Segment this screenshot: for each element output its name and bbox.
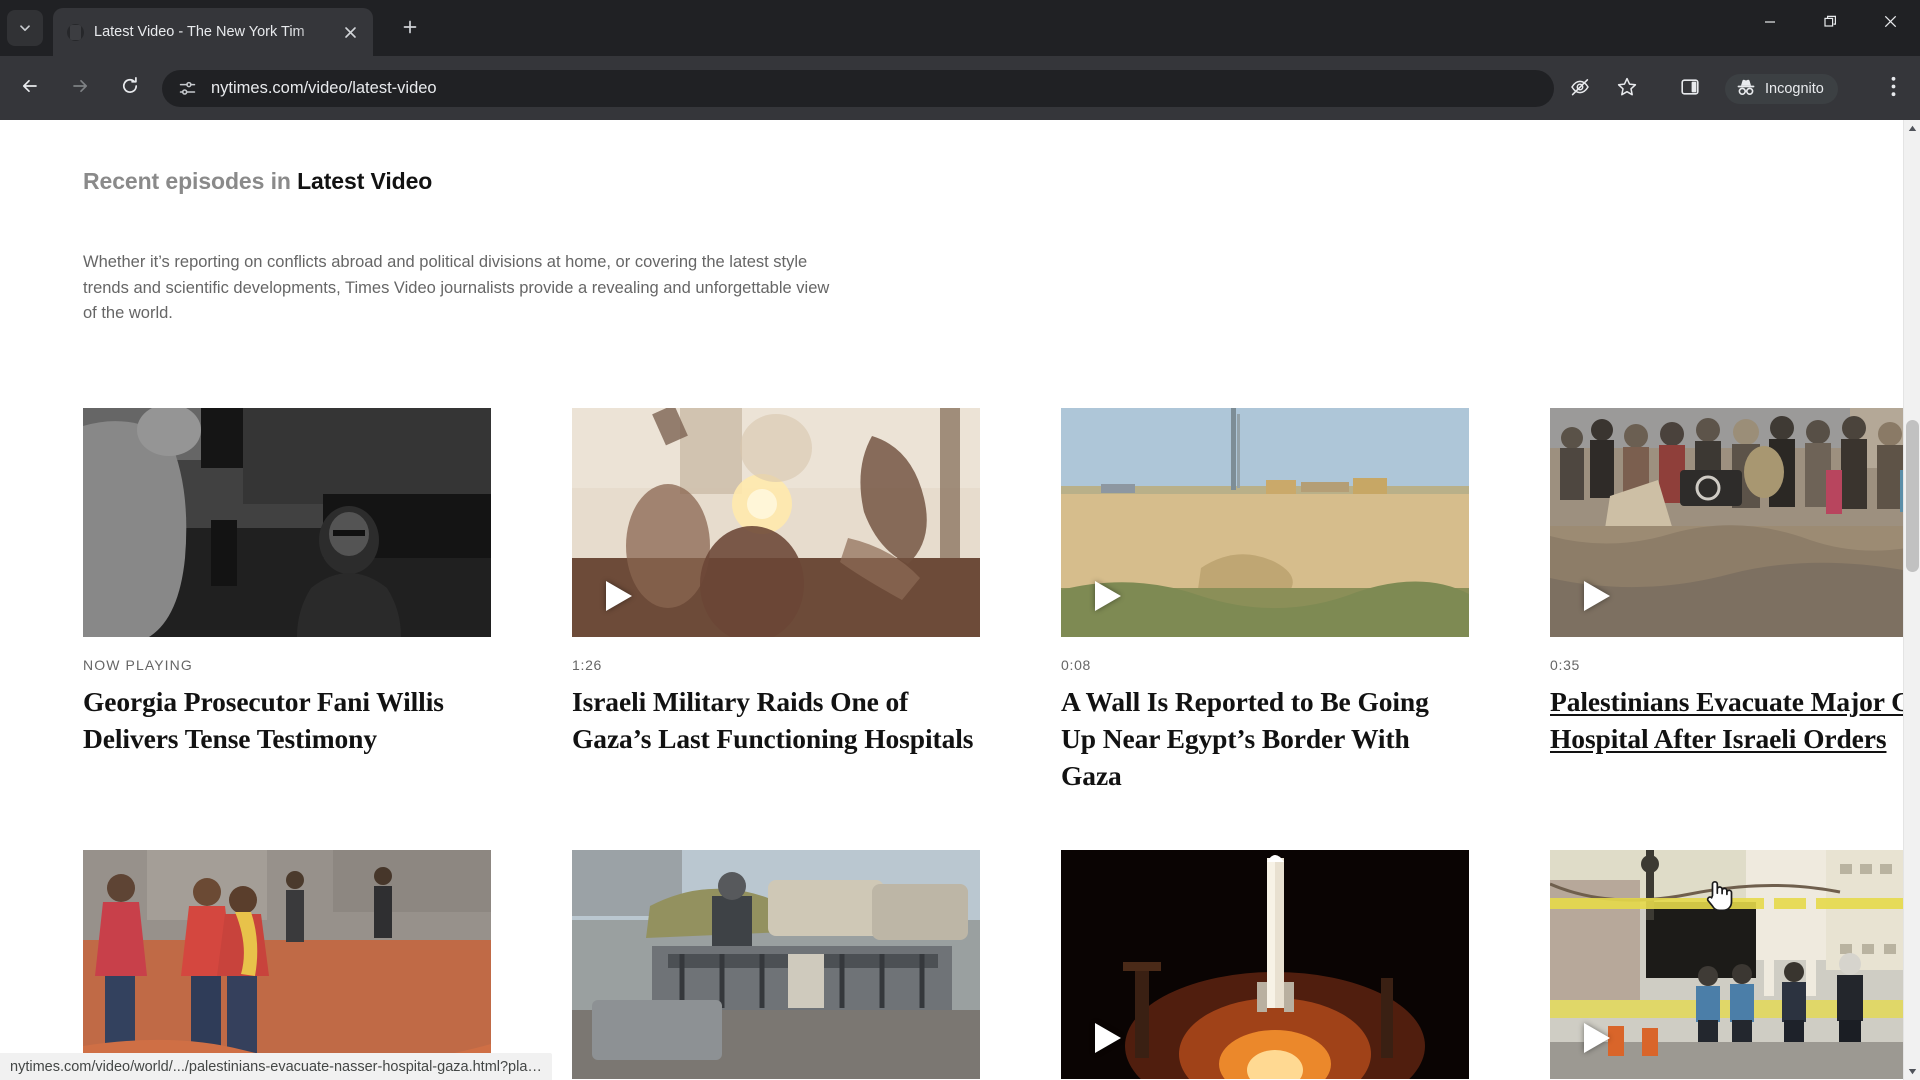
- video-card[interactable]: 1:26 Israeli Military Raids One of Gaza’…: [572, 408, 980, 794]
- close-icon[interactable]: [337, 19, 363, 45]
- incognito-indicator[interactable]: Incognito: [1725, 74, 1838, 104]
- video-thumbnail[interactable]: [1061, 408, 1469, 637]
- video-thumbnail[interactable]: [572, 408, 980, 637]
- tab-title: Latest Video - The New York Tim: [94, 24, 305, 40]
- play-icon[interactable]: [606, 581, 632, 611]
- video-card[interactable]: 0:08 A Wall Is Reported to Be Going Up N…: [1061, 408, 1469, 794]
- video-title[interactable]: Georgia Prosecutor Fani Willis Delivers …: [83, 683, 491, 757]
- window-controls: [1740, 0, 1920, 48]
- side-panel-icon: [1679, 76, 1701, 103]
- incognito-hat-icon: [1735, 77, 1757, 102]
- url-text: nytimes.com/video/latest-video: [211, 79, 437, 97]
- video-title[interactable]: A Wall Is Reported to Be Going Up Near E…: [1061, 683, 1469, 794]
- play-icon[interactable]: [1584, 1023, 1610, 1053]
- tracking-protection-button[interactable]: [1565, 74, 1595, 104]
- page-title-prefix: Recent episodes in: [83, 168, 298, 194]
- page-viewport: Recent episodes in Latest Video Whether …: [0, 120, 1920, 1080]
- courtroom-witness-stand-image: [83, 408, 491, 637]
- page-description: Whether it’s reporting on conflicts abro…: [83, 253, 830, 322]
- page-title-strong: Latest Video: [297, 168, 433, 194]
- bookmark-button[interactable]: [1612, 74, 1642, 104]
- tab-latest-video[interactable]: Latest Video - The New York Tim: [53, 8, 373, 56]
- browser-toolbar: nytimes.com/video/latest-video Incognito: [0, 56, 1920, 120]
- video-thumbnail[interactable]: [572, 850, 980, 1079]
- forward-button[interactable]: [58, 66, 102, 110]
- video-thumbnail[interactable]: [1550, 408, 1920, 637]
- plus-icon: [402, 19, 418, 40]
- video-title[interactable]: Israeli Military Raids One of Gaza’s Las…: [572, 683, 980, 757]
- video-status-label: NOW PLAYING: [83, 657, 193, 673]
- play-icon[interactable]: [1584, 581, 1610, 611]
- back-button[interactable]: [8, 66, 52, 110]
- video-title[interactable]: Palestinians Evacuate Major Gaza Hospita…: [1550, 683, 1920, 757]
- video-card[interactable]: [1550, 850, 1920, 1079]
- page-scrollbar[interactable]: [1903, 120, 1920, 1080]
- minimize-icon: [1764, 15, 1776, 33]
- side-panel-button[interactable]: [1675, 74, 1705, 104]
- video-duration: 0:08: [1061, 657, 1092, 673]
- video-card[interactable]: [1061, 850, 1469, 1079]
- video-card[interactable]: [572, 850, 980, 1079]
- nyt-favicon: [67, 23, 84, 41]
- video-thumbnail[interactable]: [83, 408, 491, 637]
- chrome-menu-button[interactable]: [1878, 74, 1908, 104]
- video-duration: 1:26: [572, 657, 603, 673]
- page-title: Recent episodes in Latest Video: [83, 168, 432, 195]
- close-window-button[interactable]: [1860, 0, 1920, 48]
- video-duration: 0:35: [1550, 657, 1581, 673]
- play-icon[interactable]: [1095, 581, 1121, 611]
- chevron-down-icon: [18, 21, 32, 35]
- scroll-down-arrow-icon[interactable]: [1904, 1063, 1920, 1080]
- video-card[interactable]: [83, 850, 491, 1079]
- three-dot-menu-icon: [1891, 76, 1896, 102]
- tab-search-button[interactable]: [7, 10, 43, 46]
- browser-window: Latest Video - The New York Tim nytimes.…: [0, 0, 1920, 1080]
- video-thumbnail[interactable]: [1550, 850, 1920, 1079]
- minimize-button[interactable]: [1740, 0, 1800, 48]
- play-icon[interactable]: [1095, 1023, 1121, 1053]
- video-thumbnail[interactable]: [1061, 850, 1469, 1079]
- rocket-night-launch-image: [1061, 850, 1469, 1079]
- video-thumbnail[interactable]: [83, 850, 491, 1079]
- reload-icon: [120, 76, 140, 101]
- scrollbar-thumb[interactable]: [1906, 420, 1919, 572]
- forward-arrow-icon: [70, 76, 90, 101]
- restore-icon: [1823, 15, 1837, 33]
- maximize-button[interactable]: [1800, 0, 1860, 48]
- eye-slash-icon: [1569, 76, 1591, 103]
- loaded-truck-convoy-image: [572, 850, 980, 1079]
- smoke-filled-hospital-corridor-image: [572, 408, 980, 637]
- video-grid: NOW PLAYING Georgia Prosecutor Fani Will…: [83, 408, 1920, 1079]
- new-tab-button[interactable]: [395, 14, 425, 44]
- star-icon: [1616, 76, 1638, 103]
- address-bar[interactable]: nytimes.com/video/latest-video: [162, 70, 1554, 107]
- status-bar: nytimes.com/video/world/.../palestinians…: [0, 1053, 552, 1080]
- desert-border-wall-construction-image: [1061, 408, 1469, 637]
- scroll-up-arrow-icon[interactable]: [1904, 120, 1920, 137]
- incognito-label: Incognito: [1765, 81, 1824, 97]
- back-arrow-icon: [20, 76, 40, 101]
- close-icon: [1884, 15, 1897, 33]
- reload-button[interactable]: [108, 66, 152, 110]
- video-card[interactable]: NOW PLAYING Georgia Prosecutor Fani Will…: [83, 408, 491, 794]
- site-settings-icon[interactable]: [178, 79, 197, 98]
- street-parade-crowd-image: [83, 850, 491, 1079]
- tab-strip: Latest Video - The New York Tim: [0, 0, 1920, 56]
- video-card[interactable]: 0:35 Palestinians Evacuate Major Gaza Ho…: [1550, 408, 1920, 794]
